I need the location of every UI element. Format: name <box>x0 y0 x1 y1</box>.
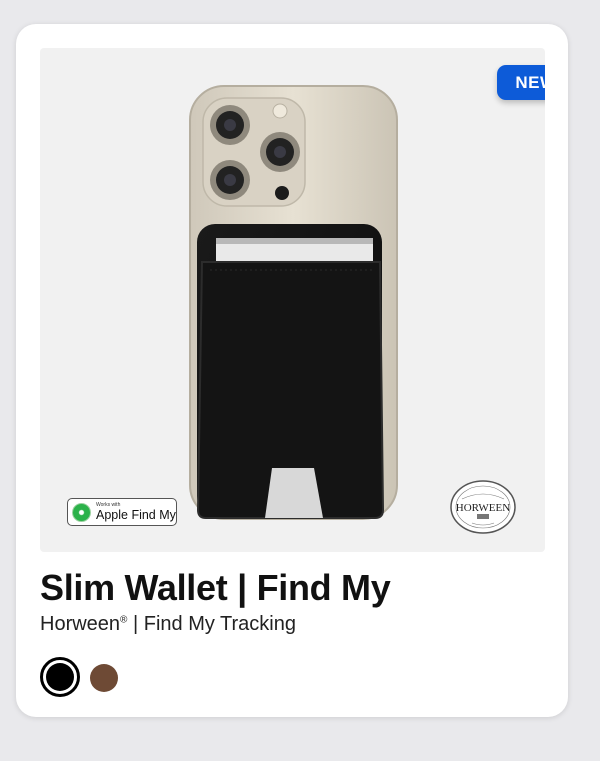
apple-find-my-text: Apple Find My <box>96 507 176 522</box>
subtitle-rest: | Find My Tracking <box>127 613 296 635</box>
swatch-black-fill <box>46 663 74 691</box>
horween-leather-logo: HORWEEN <box>450 480 516 534</box>
product-card[interactable]: NEW Works with Apple Find My HORWEEN Sli… <box>16 24 568 717</box>
color-swatch-black[interactable] <box>40 657 80 697</box>
find-my-icon <box>72 502 91 522</box>
works-with-text: Works with <box>96 501 121 508</box>
subtitle-brand: Horween <box>40 613 121 635</box>
product-title[interactable]: Slim Wallet | Find My <box>40 567 391 609</box>
new-badge: NEW <box>497 65 545 100</box>
product-image[interactable]: NEW Works with Apple Find My HORWEEN <box>40 48 545 552</box>
product-subtitle: Horween® | Find My Tracking <box>40 613 296 636</box>
horween-logo-text: HORWEEN <box>456 502 510 514</box>
color-swatch-brown[interactable] <box>90 664 118 692</box>
works-with-find-my-badge: Works with Apple Find My <box>67 498 177 526</box>
